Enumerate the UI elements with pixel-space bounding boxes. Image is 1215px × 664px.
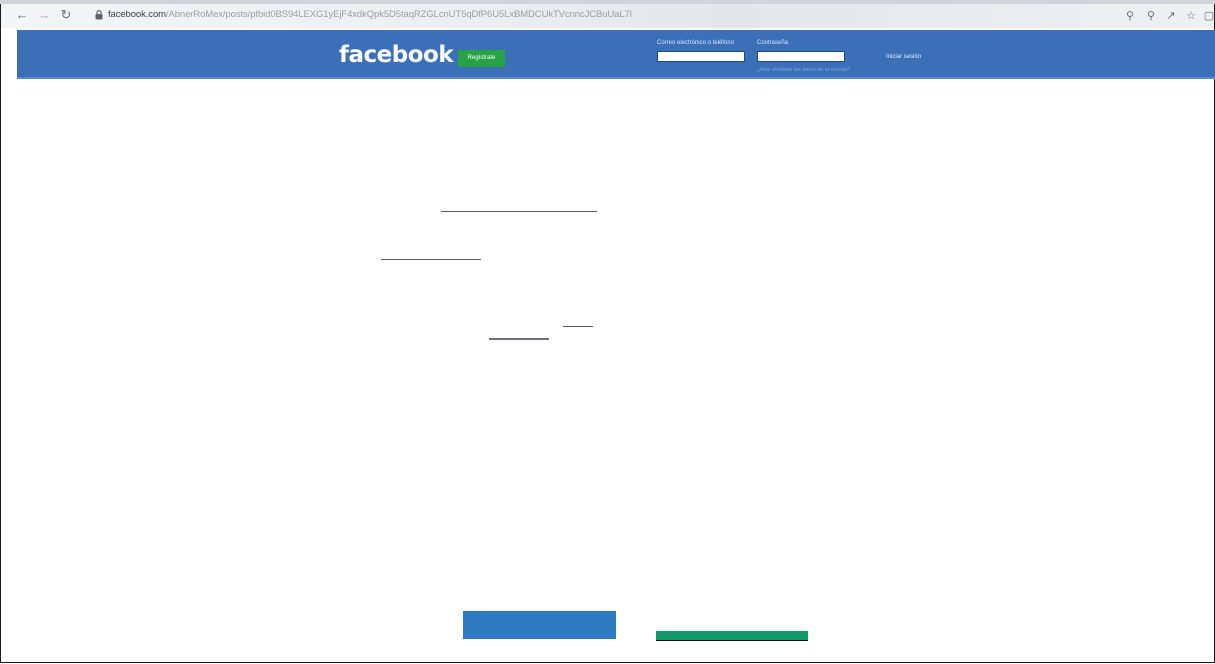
back-arrow-icon[interactable]: ←	[14, 7, 30, 23]
login-button[interactable]: Iniciar sesión	[886, 54, 921, 60]
secondary-action-button[interactable]	[656, 631, 808, 641]
register-button[interactable]: Regístrate	[458, 50, 505, 67]
tab-icon[interactable]: ▢	[1202, 9, 1215, 23]
primary-action-button[interactable]	[463, 611, 616, 639]
password-label: Contraseña	[757, 40, 789, 46]
blank-line-2	[381, 259, 481, 260]
url-path: /AbnerRoMex/posts/pfbid0BS94LEXG1yEjF4xd…	[165, 9, 632, 20]
reload-icon[interactable]: ↻	[58, 7, 74, 23]
blank-line-4	[489, 338, 549, 340]
forward-arrow-icon[interactable]: →	[36, 7, 52, 23]
share-icon[interactable]: ↗	[1164, 9, 1178, 23]
star-icon[interactable]: ☆	[1184, 9, 1198, 23]
email-label: Correo electrónico o teléfono	[657, 40, 735, 46]
lock-icon[interactable]	[95, 10, 103, 20]
password-field[interactable]	[757, 51, 845, 62]
browser-toolbar: ← → ↻ facebook.com/AbnerRoMex/posts/pfbi…	[1, 4, 1214, 28]
key-icon[interactable]: ⚲	[1123, 9, 1137, 23]
url-host: facebook.com	[108, 9, 166, 20]
blank-line-1	[441, 211, 597, 212]
facebook-header: facebook Regístrate Correo electrónico o…	[17, 30, 1215, 79]
facebook-logo[interactable]: facebook	[339, 42, 454, 68]
forgot-account-link[interactable]: ¿Has olvidado los datos de la cuenta?	[757, 67, 850, 73]
page-frame	[0, 0, 1215, 663]
email-field[interactable]	[657, 51, 745, 62]
blank-line-3	[563, 326, 593, 327]
address-bar[interactable]: facebook.com/AbnerRoMex/posts/pfbid0BS94…	[108, 9, 632, 20]
magnifier-icon[interactable]: ⚲	[1144, 9, 1158, 23]
